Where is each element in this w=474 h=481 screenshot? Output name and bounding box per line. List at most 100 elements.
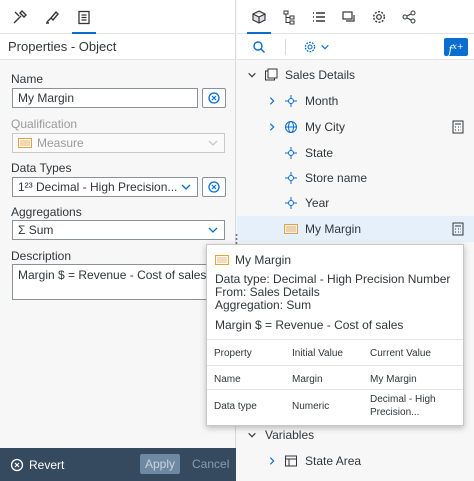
apply-button[interactable]: Apply [140, 454, 180, 474]
hierarchy-icon [283, 10, 295, 24]
calculator-icon [452, 222, 464, 236]
tree-item-state[interactable]: State [237, 140, 474, 166]
name-input[interactable]: My Margin [12, 88, 198, 108]
table-cell: My Margin [370, 374, 417, 385]
tree-item-year[interactable]: Year [237, 190, 474, 216]
divider [207, 339, 463, 340]
tooltip-formula: Margin $ = Revenue - Cost of sales [215, 318, 404, 332]
revert-button[interactable]: Revert [10, 458, 64, 472]
right-subtoolbar: fx+ [237, 34, 474, 60]
tools-button[interactable] [6, 0, 34, 34]
tree-item-state-area[interactable]: State Area [237, 448, 474, 474]
globe-icon [285, 121, 297, 133]
object-tooltip: My Margin Data type: Decimal - High Prec… [206, 244, 464, 426]
table-cell: Margin [292, 374, 323, 385]
chevron-down-icon [208, 227, 218, 233]
table-cell: Decimal - High [370, 394, 436, 405]
chevron-down-icon [248, 72, 256, 78]
right-toolbar [237, 0, 474, 34]
cube-icon [252, 9, 266, 24]
description-label: Description [11, 249, 72, 263]
reset-icon [208, 181, 220, 193]
tree-root-sales-details[interactable]: Sales Details [237, 62, 474, 88]
tools-icon [13, 9, 27, 23]
aggregation-value: Σ Sum [18, 223, 54, 237]
table-cell: Name [214, 374, 241, 385]
tree-label: Store name [305, 171, 368, 185]
revert-label: Revert [29, 457, 65, 472]
dimension-icon [285, 172, 297, 184]
share-icon [402, 10, 416, 23]
description-textarea[interactable]: Margin $ = Revenue - Cost of sales [12, 264, 226, 300]
objects-tab[interactable] [245, 0, 273, 34]
data-type-reset-button[interactable] [202, 177, 226, 197]
comments-tab[interactable] [335, 0, 363, 34]
hierarchy-icon [285, 95, 297, 107]
separator [285, 38, 286, 55]
tree-item-store-name[interactable]: Store name [237, 165, 474, 191]
tree-label: Sales Details [285, 68, 356, 82]
properties-tab-button[interactable] [70, 0, 98, 34]
gear-icon [304, 41, 315, 52]
share-tab[interactable] [395, 0, 423, 34]
divider [207, 389, 463, 390]
calculator-icon [452, 120, 464, 134]
chevron-right-icon [269, 97, 275, 105]
search-icon [253, 40, 266, 53]
aggregations-label: Aggregations [11, 205, 82, 219]
tooltip-title: My Margin [235, 253, 292, 267]
tree-item-month[interactable]: Month [237, 88, 474, 114]
dimension-icon [285, 197, 297, 209]
variable-icon [285, 455, 297, 467]
left-toolbar [0, 0, 235, 34]
chevron-right-icon [269, 457, 275, 465]
gear-icon [372, 10, 386, 23]
divider [207, 365, 463, 366]
settings-tab[interactable] [365, 0, 393, 34]
chevron-down-icon [181, 184, 191, 190]
measure-icon [215, 255, 229, 265]
tooltip-from: From: Sales Details [215, 285, 320, 299]
dimension-icon [285, 147, 297, 159]
qualification-value: Measure [37, 136, 84, 150]
hierarchy-tab[interactable] [275, 0, 303, 34]
tree-label: Year [305, 196, 330, 210]
name-reset-button[interactable] [202, 88, 226, 108]
data-type-select[interactable]: 1²³ Decimal - High Precision... [12, 177, 198, 197]
tree-label: State [305, 146, 334, 160]
settings-menu-button[interactable] [298, 34, 334, 60]
format-button[interactable] [38, 0, 66, 34]
qualification-select: Measure [12, 133, 225, 153]
chevron-down-icon [248, 432, 256, 438]
data-type-value: 1²³ Decimal - High Precision... [18, 180, 178, 194]
tree-item-my-city[interactable]: My City [237, 114, 474, 140]
measure-icon [284, 224, 298, 234]
revert-icon [10, 458, 24, 471]
data-types-label: Data Types [11, 161, 72, 175]
table-cell: Data type [214, 401, 257, 412]
measure-icon [18, 138, 32, 148]
list-icon [313, 11, 325, 22]
list-tab[interactable] [305, 0, 333, 34]
tree-item-my-margin[interactable]: My Margin [237, 216, 474, 242]
table-cell: Numeric [292, 401, 330, 412]
tree-label: My City [305, 120, 345, 134]
reset-icon [208, 92, 220, 104]
tree-label: Month [305, 94, 339, 108]
panel-title: Properties - Object [0, 34, 235, 60]
table-header: Initial Value [292, 348, 343, 359]
formula-button[interactable]: fx+ [444, 38, 468, 57]
properties-panel: Properties - Object Name My Margin Quali… [0, 0, 236, 481]
tooltip-data-type: Data type: Decimal - High Precision Numb… [215, 272, 451, 286]
tree-label: State Area [305, 454, 362, 468]
aggregation-select[interactable]: Σ Sum [12, 220, 225, 240]
table-cell: Precision... [370, 407, 420, 418]
qualification-label: Qualification [11, 117, 78, 131]
chevron-right-icon [269, 123, 275, 131]
brush-icon [46, 10, 59, 24]
chevron-down-icon [208, 140, 218, 146]
datasource-icon [265, 68, 278, 81]
cancel-button[interactable]: Cancel [192, 454, 229, 474]
tooltip-header: My Margin [215, 253, 291, 267]
search-button[interactable] [245, 34, 273, 60]
